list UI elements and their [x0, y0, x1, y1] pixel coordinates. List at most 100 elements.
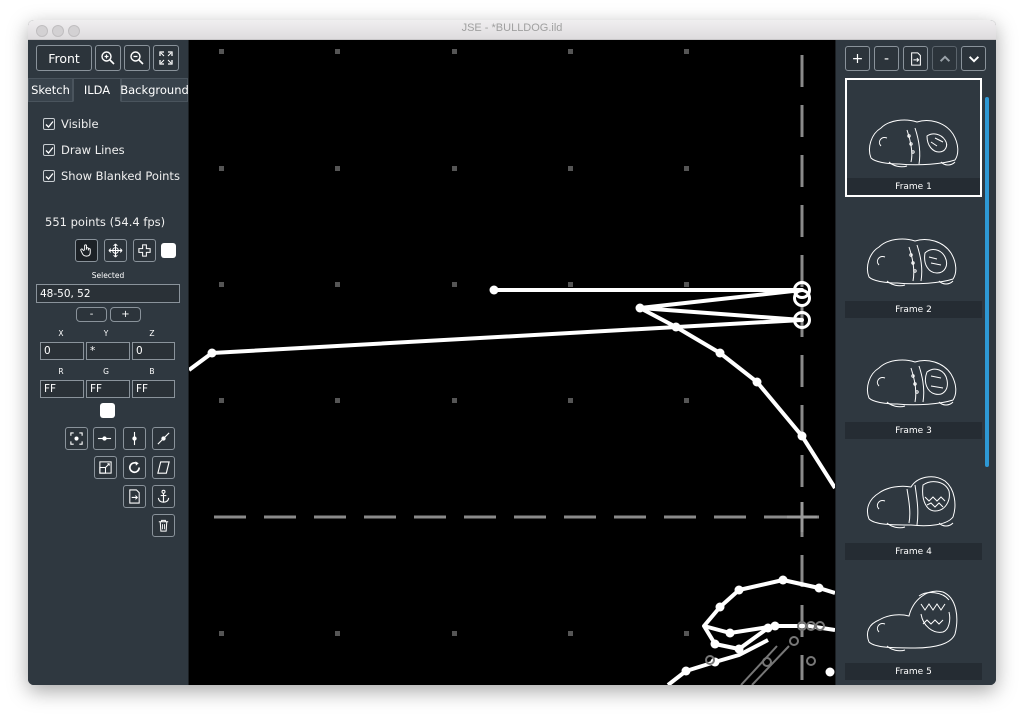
align-horizontal-button[interactable]: [93, 427, 116, 450]
scale-icon: [99, 461, 112, 474]
export-frame-button[interactable]: [123, 485, 146, 508]
align-vertical-button[interactable]: [123, 427, 146, 450]
show-blanked-checkbox[interactable]: [43, 170, 55, 182]
frame-label: Frame 1: [847, 178, 980, 195]
show-blanked-option[interactable]: Show Blanked Points: [43, 168, 180, 184]
left-panel: Front Sketch ILDA Background Visible Dra…: [28, 40, 189, 685]
drawing-canvas[interactable]: [189, 40, 835, 685]
x-field[interactable]: 0: [40, 342, 84, 360]
anchor-button[interactable]: [152, 485, 175, 508]
frame-label: Frame 5: [845, 663, 982, 680]
view-front-button[interactable]: Front: [36, 45, 92, 71]
bulldog-thumbnail-icon: [868, 119, 959, 168]
g-field[interactable]: FF: [86, 380, 130, 398]
y-label: Y: [103, 329, 109, 338]
visible-checkbox[interactable]: [43, 118, 55, 130]
r-field[interactable]: FF: [40, 380, 84, 398]
r-label: R: [58, 367, 64, 376]
move-tool-button[interactable]: [104, 239, 127, 262]
center-points-button[interactable]: [65, 427, 88, 450]
frames-scrollbar[interactable]: [985, 97, 989, 467]
frame-label: Frame 4: [845, 543, 982, 560]
remove-frame-button[interactable]: -: [874, 46, 899, 71]
bulldog-thumbnail-icon: [866, 476, 956, 529]
visible-label: Visible: [61, 117, 99, 131]
move-arrows-icon: [108, 243, 123, 258]
duplicate-frame-button[interactable]: [903, 46, 928, 71]
move-frame-up-button[interactable]: [932, 46, 957, 71]
export-file-icon: [129, 489, 140, 504]
align-diagonal-button[interactable]: [152, 427, 175, 450]
chevron-up-icon: [939, 54, 950, 62]
tab-ilda[interactable]: ILDA: [73, 78, 121, 102]
focus-center-icon: [70, 432, 83, 445]
fit-screen-icon: [159, 51, 173, 65]
draw-lines-checkbox[interactable]: [43, 144, 55, 156]
align-vertical-icon: [132, 431, 137, 446]
laser-path: [189, 288, 835, 685]
frames-panel: + - Frame 1 Frame 2 Frame 3 Frame 4 Fram…: [835, 40, 996, 685]
frame-label: Frame 2: [845, 301, 982, 318]
point-color-swatch[interactable]: [100, 403, 115, 418]
points-stats: 551 points (54.4 fps): [45, 215, 166, 229]
frame-thumbnail[interactable]: Frame 2: [845, 199, 982, 318]
frame-thumbnail[interactable]: Frame 3: [845, 320, 982, 439]
add-frame-button[interactable]: +: [845, 46, 870, 71]
export-file-icon: [910, 51, 921, 66]
select-tool-button[interactable]: [75, 239, 98, 262]
frame-thumbnail[interactable]: Frame 1: [845, 78, 982, 197]
laser-points: [207, 285, 835, 677]
bulldog-thumbnail-icon: [866, 359, 957, 408]
move-frame-down-button[interactable]: [961, 46, 986, 71]
app-window: JSE - *BULLDOG.ild Front Sketch ILDA Bac…: [28, 20, 996, 685]
zoom-in-button[interactable]: [95, 45, 121, 71]
zoom-out-icon: [130, 51, 144, 65]
tab-sketch[interactable]: Sketch: [28, 78, 73, 102]
selection-decrease-button[interactable]: -: [76, 307, 107, 322]
checkmark-icon: [45, 120, 54, 128]
title-bar: JSE - *BULLDOG.ild: [28, 20, 996, 40]
fit-screen-button[interactable]: [153, 45, 179, 71]
bulldog-thumbnail-icon: [866, 590, 958, 652]
tool-color-swatch[interactable]: [161, 243, 176, 258]
frame-thumbnail[interactable]: Frame 5: [845, 562, 982, 685]
selection-increase-button[interactable]: +: [110, 307, 141, 322]
add-point-icon: [138, 244, 151, 257]
draw-lines-label: Draw Lines: [61, 143, 125, 157]
skew-button[interactable]: [152, 456, 175, 479]
show-blanked-label: Show Blanked Points: [61, 169, 180, 183]
rotate-button[interactable]: [123, 456, 146, 479]
delete-button[interactable]: [152, 514, 175, 537]
y-field[interactable]: *: [86, 342, 130, 360]
skew-icon: [157, 461, 170, 474]
frame-thumbnail[interactable]: Frame 4: [845, 441, 982, 560]
tab-background[interactable]: Background: [120, 78, 189, 102]
anchor-icon: [157, 489, 170, 503]
selected-label: Selected: [91, 271, 125, 280]
hand-pointer-icon: [80, 244, 91, 257]
rotate-icon: [129, 461, 141, 474]
visible-option[interactable]: Visible: [43, 116, 99, 132]
z-label: Z: [149, 329, 155, 338]
align-horizontal-icon: [97, 436, 112, 441]
frame-label: Frame 3: [845, 422, 982, 439]
checkmark-icon: [45, 146, 54, 154]
align-diagonal-icon: [157, 432, 170, 445]
selected-points-field[interactable]: 48-50, 52: [36, 284, 180, 303]
scale-button[interactable]: [94, 456, 117, 479]
checkmark-icon: [45, 172, 54, 180]
x-label: X: [58, 329, 64, 338]
trash-icon: [158, 519, 169, 532]
b-field[interactable]: FF: [132, 380, 175, 398]
chevron-down-icon: [968, 55, 979, 63]
draw-lines-option[interactable]: Draw Lines: [43, 142, 125, 158]
canvas-drawing: [189, 49, 835, 685]
g-label: G: [103, 367, 109, 376]
add-point-tool-button[interactable]: [133, 239, 156, 262]
window-title: JSE - *BULLDOG.ild: [461, 22, 563, 34]
zoom-in-icon: [101, 51, 115, 65]
b-label: B: [149, 367, 155, 376]
bulldog-thumbnail-icon: [866, 238, 957, 287]
zoom-out-button[interactable]: [124, 45, 150, 71]
z-field[interactable]: 0: [132, 342, 175, 360]
